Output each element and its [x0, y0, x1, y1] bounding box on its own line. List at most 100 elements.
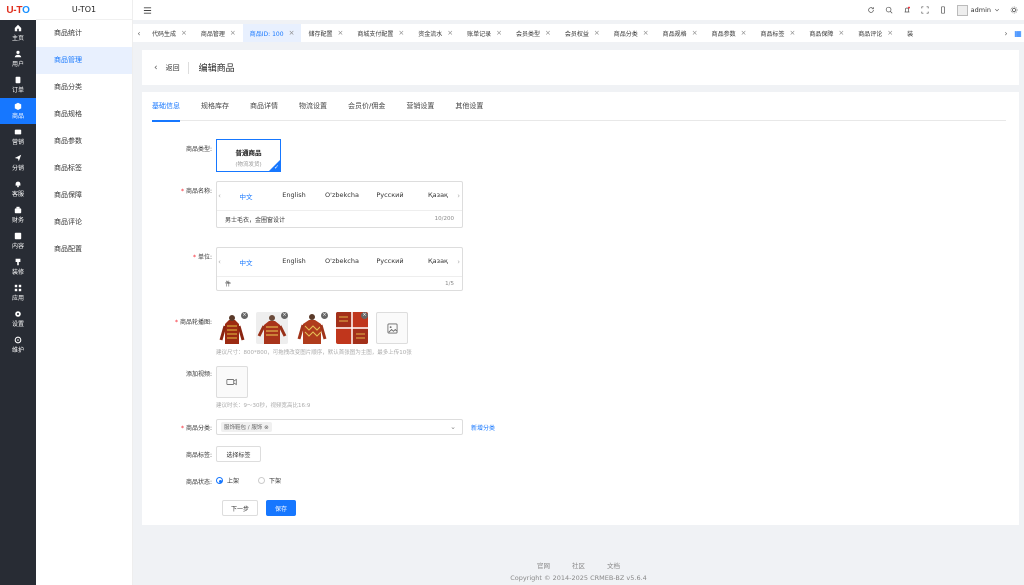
nav-item[interactable]: 主页 — [0, 20, 36, 46]
remove-image-icon[interactable]: × — [361, 312, 368, 319]
form-tab[interactable]: 物流设置 — [299, 92, 327, 121]
nav-item[interactable]: 商品 — [0, 98, 36, 124]
footer-link[interactable]: 社区 — [572, 560, 585, 570]
form-tab[interactable]: 营销设置 — [406, 92, 434, 121]
form-tab[interactable]: 规格库存 — [201, 92, 229, 121]
close-icon[interactable]: × — [447, 29, 453, 37]
type-option-normal[interactable]: 普通商品 (物流发货) ✓ — [216, 139, 281, 172]
product-image[interactable]: × — [216, 312, 248, 344]
form-tab[interactable]: 基础信息 — [152, 92, 180, 122]
next-step-button[interactable]: 下一步 — [222, 500, 258, 516]
page-tab[interactable]: 代码生成 × — [145, 24, 194, 42]
nav-item[interactable]: 客服 — [0, 176, 36, 202]
menu-fold-icon[interactable] — [143, 6, 152, 15]
sub-menu-item[interactable]: 商品参数 — [36, 128, 132, 155]
page-tab[interactable]: 装 — [900, 24, 920, 42]
sub-menu-item[interactable]: 商品标签 — [36, 155, 132, 182]
language-tab[interactable]: English — [270, 257, 318, 267]
lang-next-icon[interactable]: › — [457, 192, 460, 200]
nav-item[interactable]: 内容 — [0, 228, 36, 254]
nav-item[interactable]: 应用 — [0, 280, 36, 306]
product-image[interactable]: × — [336, 312, 368, 344]
close-icon[interactable]: × — [692, 29, 698, 37]
name-input[interactable]: 男士毛衣，金圈窗设计 10/200 — [217, 211, 462, 227]
sub-menu-item[interactable]: 商品统计 — [36, 20, 132, 47]
nav-item[interactable]: 用户 — [0, 46, 36, 72]
remove-image-icon[interactable]: × — [281, 312, 288, 319]
close-icon[interactable]: × — [230, 29, 236, 37]
lang-next-icon[interactable]: › — [457, 258, 460, 266]
close-icon[interactable]: × — [496, 29, 502, 37]
close-icon[interactable]: × — [398, 29, 404, 37]
close-icon[interactable]: × — [181, 29, 187, 37]
language-tab[interactable]: 中文 — [222, 191, 270, 201]
add-category-link[interactable]: 新增分类 — [471, 423, 495, 432]
close-icon[interactable]: × — [789, 29, 795, 37]
settings-icon[interactable] — [1010, 6, 1018, 14]
status-on-radio[interactable]: 上架 — [216, 476, 239, 485]
sub-menu-item[interactable]: 商品规格 — [36, 101, 132, 128]
close-icon[interactable]: × — [289, 29, 295, 37]
logo[interactable]: U-T O — [0, 0, 36, 20]
nav-item[interactable]: 装修 — [0, 254, 36, 280]
refresh-icon[interactable] — [867, 6, 875, 14]
fullscreen-icon[interactable] — [921, 6, 929, 14]
language-tab[interactable]: Русский — [366, 257, 414, 267]
close-icon[interactable]: × — [594, 29, 600, 37]
tabs-scroll-right[interactable]: › — [1000, 29, 1012, 38]
mobile-icon[interactable] — [939, 6, 947, 14]
page-tab[interactable]: 商品管理 × — [194, 24, 243, 42]
form-tab[interactable]: 会员价/佣金 — [348, 92, 385, 121]
close-icon[interactable]: × — [337, 29, 343, 37]
product-image[interactable]: × — [256, 312, 288, 344]
page-tab[interactable]: 商品保障 × — [802, 24, 851, 42]
language-tab[interactable]: Қазақ — [414, 191, 462, 201]
sub-menu-item[interactable]: 商品管理 — [36, 47, 132, 74]
language-tab[interactable]: O'zbekcha — [318, 257, 366, 267]
page-tab[interactable]: 商品标签 × — [753, 24, 802, 42]
back-button[interactable]: ‹ 返回 — [154, 63, 180, 73]
page-tab[interactable]: 会员权益 × — [558, 24, 607, 42]
product-image[interactable]: × — [296, 312, 328, 344]
page-tab[interactable]: 商城支付配置 × — [350, 24, 411, 42]
category-select[interactable]: 服饰鞋包 / 服饰 ⊗ ⌄ — [216, 419, 463, 435]
page-tab[interactable]: 储存配置 × — [301, 24, 350, 42]
page-tab[interactable]: 商品ID: 100 × — [242, 24, 302, 42]
upload-image-button[interactable] — [376, 312, 408, 344]
language-tab[interactable]: English — [270, 191, 318, 201]
close-icon[interactable]: × — [545, 29, 551, 37]
nav-item[interactable]: 财务 — [0, 202, 36, 228]
tabs-scroll-left[interactable]: ‹ — [133, 29, 145, 38]
bell-icon[interactable] — [903, 6, 911, 14]
select-tags-button[interactable]: 选择标签 — [216, 446, 261, 462]
sub-menu-item[interactable]: 商品保障 — [36, 182, 132, 209]
tabs-grid-icon[interactable]: ▦ — [1012, 29, 1024, 38]
search-icon[interactable] — [885, 6, 893, 14]
nav-item[interactable]: 维护 — [0, 332, 36, 358]
page-tab[interactable]: 商品规格 × — [656, 24, 705, 42]
close-icon[interactable]: × — [887, 29, 893, 37]
form-tab[interactable]: 其他设置 — [455, 92, 483, 121]
close-icon[interactable]: × — [838, 29, 844, 37]
close-icon[interactable]: × — [741, 29, 747, 37]
language-tab[interactable]: 中文 — [222, 257, 270, 267]
page-tab[interactable]: 商品分类 × — [607, 24, 656, 42]
sub-menu-item[interactable]: 商品分类 — [36, 74, 132, 101]
language-tab[interactable]: Қазақ — [414, 257, 462, 267]
form-tab[interactable]: 商品详情 — [250, 92, 278, 121]
nav-item[interactable]: 分销 — [0, 150, 36, 176]
close-icon[interactable]: × — [643, 29, 649, 37]
sub-menu-item[interactable]: 商品配置 — [36, 236, 132, 263]
page-tab[interactable]: 商品参数 × — [705, 24, 754, 42]
language-tab[interactable]: O'zbekcha — [318, 191, 366, 201]
page-tab[interactable]: 资金流水 × — [411, 24, 460, 42]
upload-video-button[interactable] — [216, 366, 248, 398]
page-tab[interactable]: 商品评论 × — [851, 24, 900, 42]
remove-image-icon[interactable]: × — [321, 312, 328, 319]
nav-item[interactable]: 营销 — [0, 124, 36, 150]
page-tab[interactable]: 账单记录 × — [460, 24, 509, 42]
footer-link[interactable]: 文档 — [607, 560, 620, 570]
status-off-radio[interactable]: 下架 — [258, 476, 281, 485]
remove-image-icon[interactable]: × — [241, 312, 248, 319]
sub-menu-item[interactable]: 商品评论 — [36, 209, 132, 236]
